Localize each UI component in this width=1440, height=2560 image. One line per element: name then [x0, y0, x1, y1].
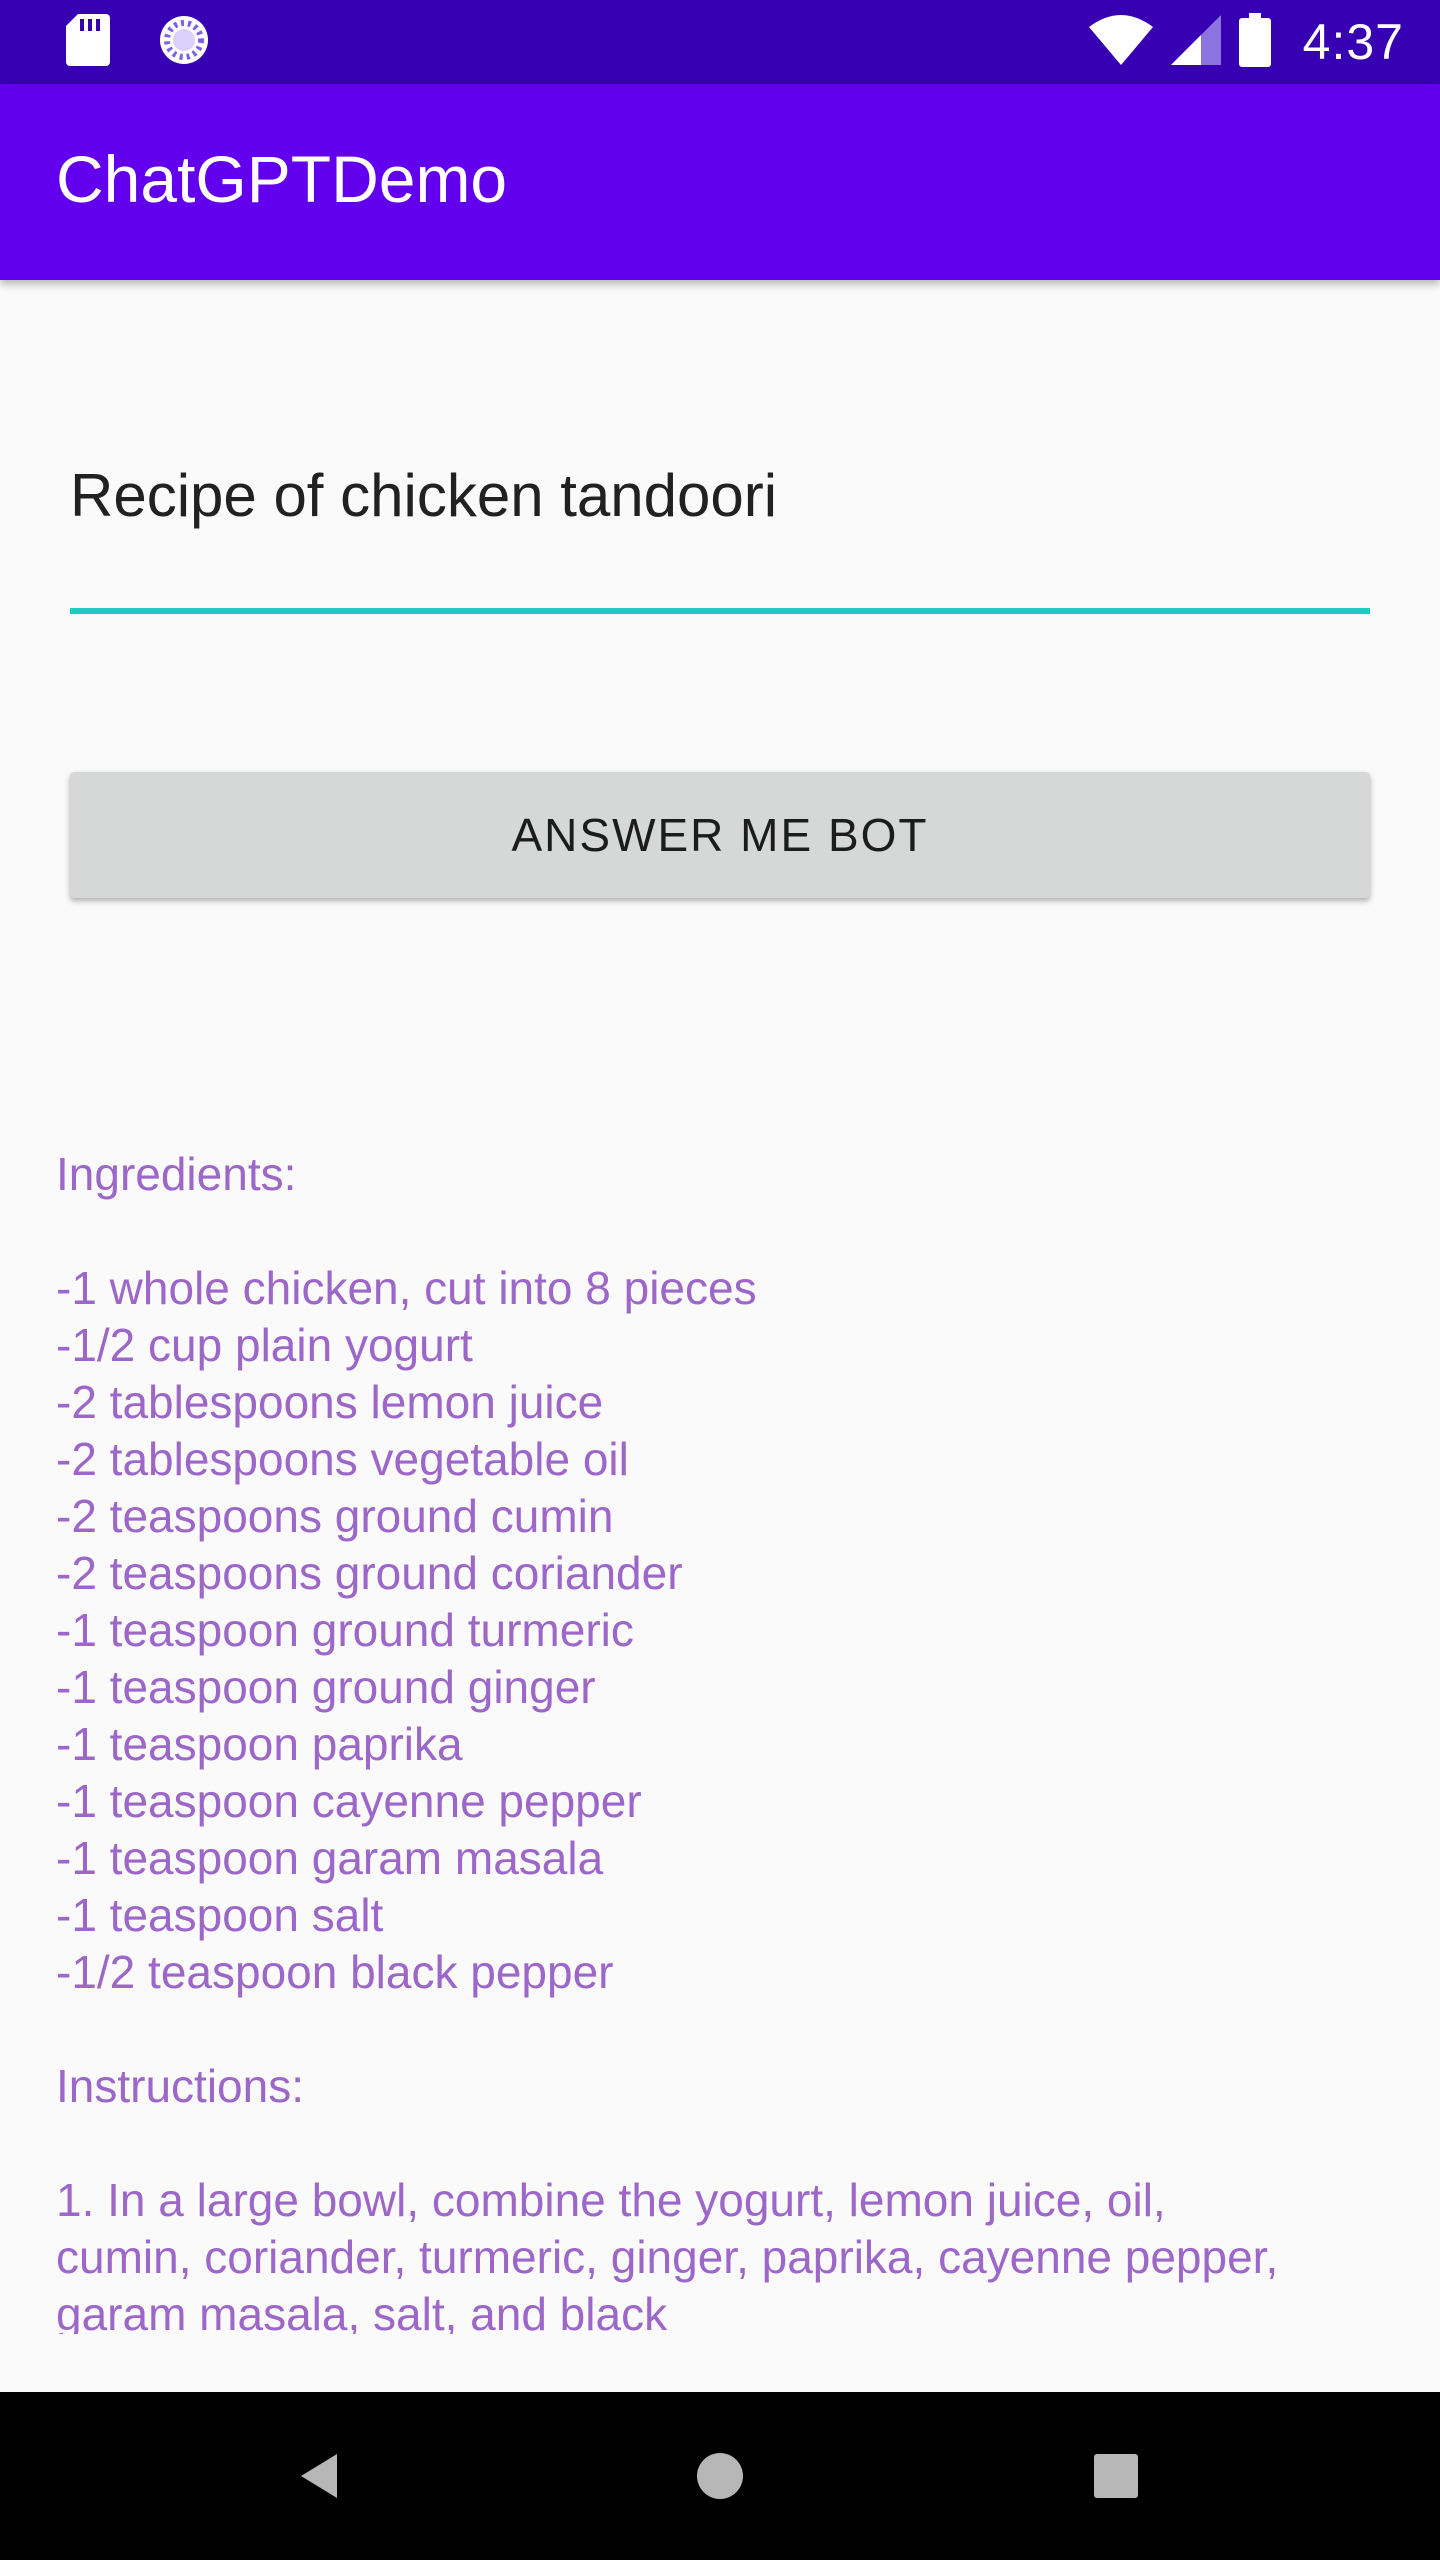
status-bar: 4:37 — [0, 0, 1440, 84]
response-line — [56, 2001, 1386, 2058]
recents-icon — [1094, 2454, 1138, 2498]
response-line: -1 teaspoon paprika — [56, 1718, 463, 1770]
response-line: -1 teaspoon ground turmeric — [56, 1604, 634, 1656]
answer-me-bot-button[interactable]: ANSWER ME BOT — [70, 772, 1370, 898]
response-line: -1/2 cup plain yogurt — [56, 1319, 473, 1371]
response-line: cumin, coriander, turmeric, ginger, papr… — [56, 2231, 1279, 2283]
status-time: 4:37 — [1302, 14, 1404, 70]
response-line: -1 teaspoon salt — [56, 1889, 384, 1941]
query-input[interactable] — [70, 440, 1370, 550]
battery-icon — [1238, 12, 1271, 72]
response-line: garam masala, salt, and black — [56, 2288, 668, 2334]
response-line — [56, 2115, 1386, 2172]
app-bar: ChatGPTDemo — [0, 84, 1440, 280]
sd-card-icon — [66, 13, 110, 71]
loading-icon — [158, 14, 210, 71]
response-line: -2 teaspoons ground coriander — [56, 1547, 683, 1599]
navigation-bar — [0, 2392, 1440, 2560]
response-line: -1/2 teaspoon black pepper — [56, 1946, 614, 1998]
response-line: Instructions: — [56, 2060, 304, 2112]
response-line: -2 tablespoons lemon juice — [56, 1376, 604, 1428]
back-button[interactable] — [270, 2426, 370, 2526]
response-line: -1 whole chicken, cut into 8 pieces — [56, 1262, 757, 1314]
response-line: -1 teaspoon cayenne pepper — [56, 1775, 642, 1827]
response-line — [56, 1203, 1386, 1260]
query-field — [70, 440, 1370, 616]
response-line: -1 teaspoon ground ginger — [56, 1661, 596, 1713]
query-underline — [70, 608, 1370, 614]
wifi-icon — [1088, 14, 1153, 70]
response-line: Ingredients: — [56, 1148, 297, 1200]
back-icon — [301, 2454, 337, 2498]
response-text: Ingredients: -1 whole chicken, cut into 8… — [56, 1146, 1386, 2334]
home-icon — [697, 2453, 743, 2499]
home-button[interactable] — [670, 2426, 770, 2526]
app-screen: 4:37 ChatGPTDemo ANSWER ME BOT Ingredien… — [0, 0, 1440, 2560]
status-left-icons — [66, 13, 210, 71]
recents-button[interactable] — [1066, 2426, 1166, 2526]
response-line: 1. In a large bowl, combine the yogurt, … — [56, 2174, 1166, 2226]
response-line: -1 teaspoon garam masala — [56, 1832, 604, 1884]
app-title: ChatGPTDemo — [56, 142, 508, 216]
cellular-signal-icon — [1170, 14, 1221, 70]
response-line: -2 teaspoons ground cumin — [56, 1490, 614, 1542]
response-line: -2 tablespoons vegetable oil — [56, 1433, 629, 1485]
status-right-icons: 4:37 — [1088, 12, 1404, 72]
